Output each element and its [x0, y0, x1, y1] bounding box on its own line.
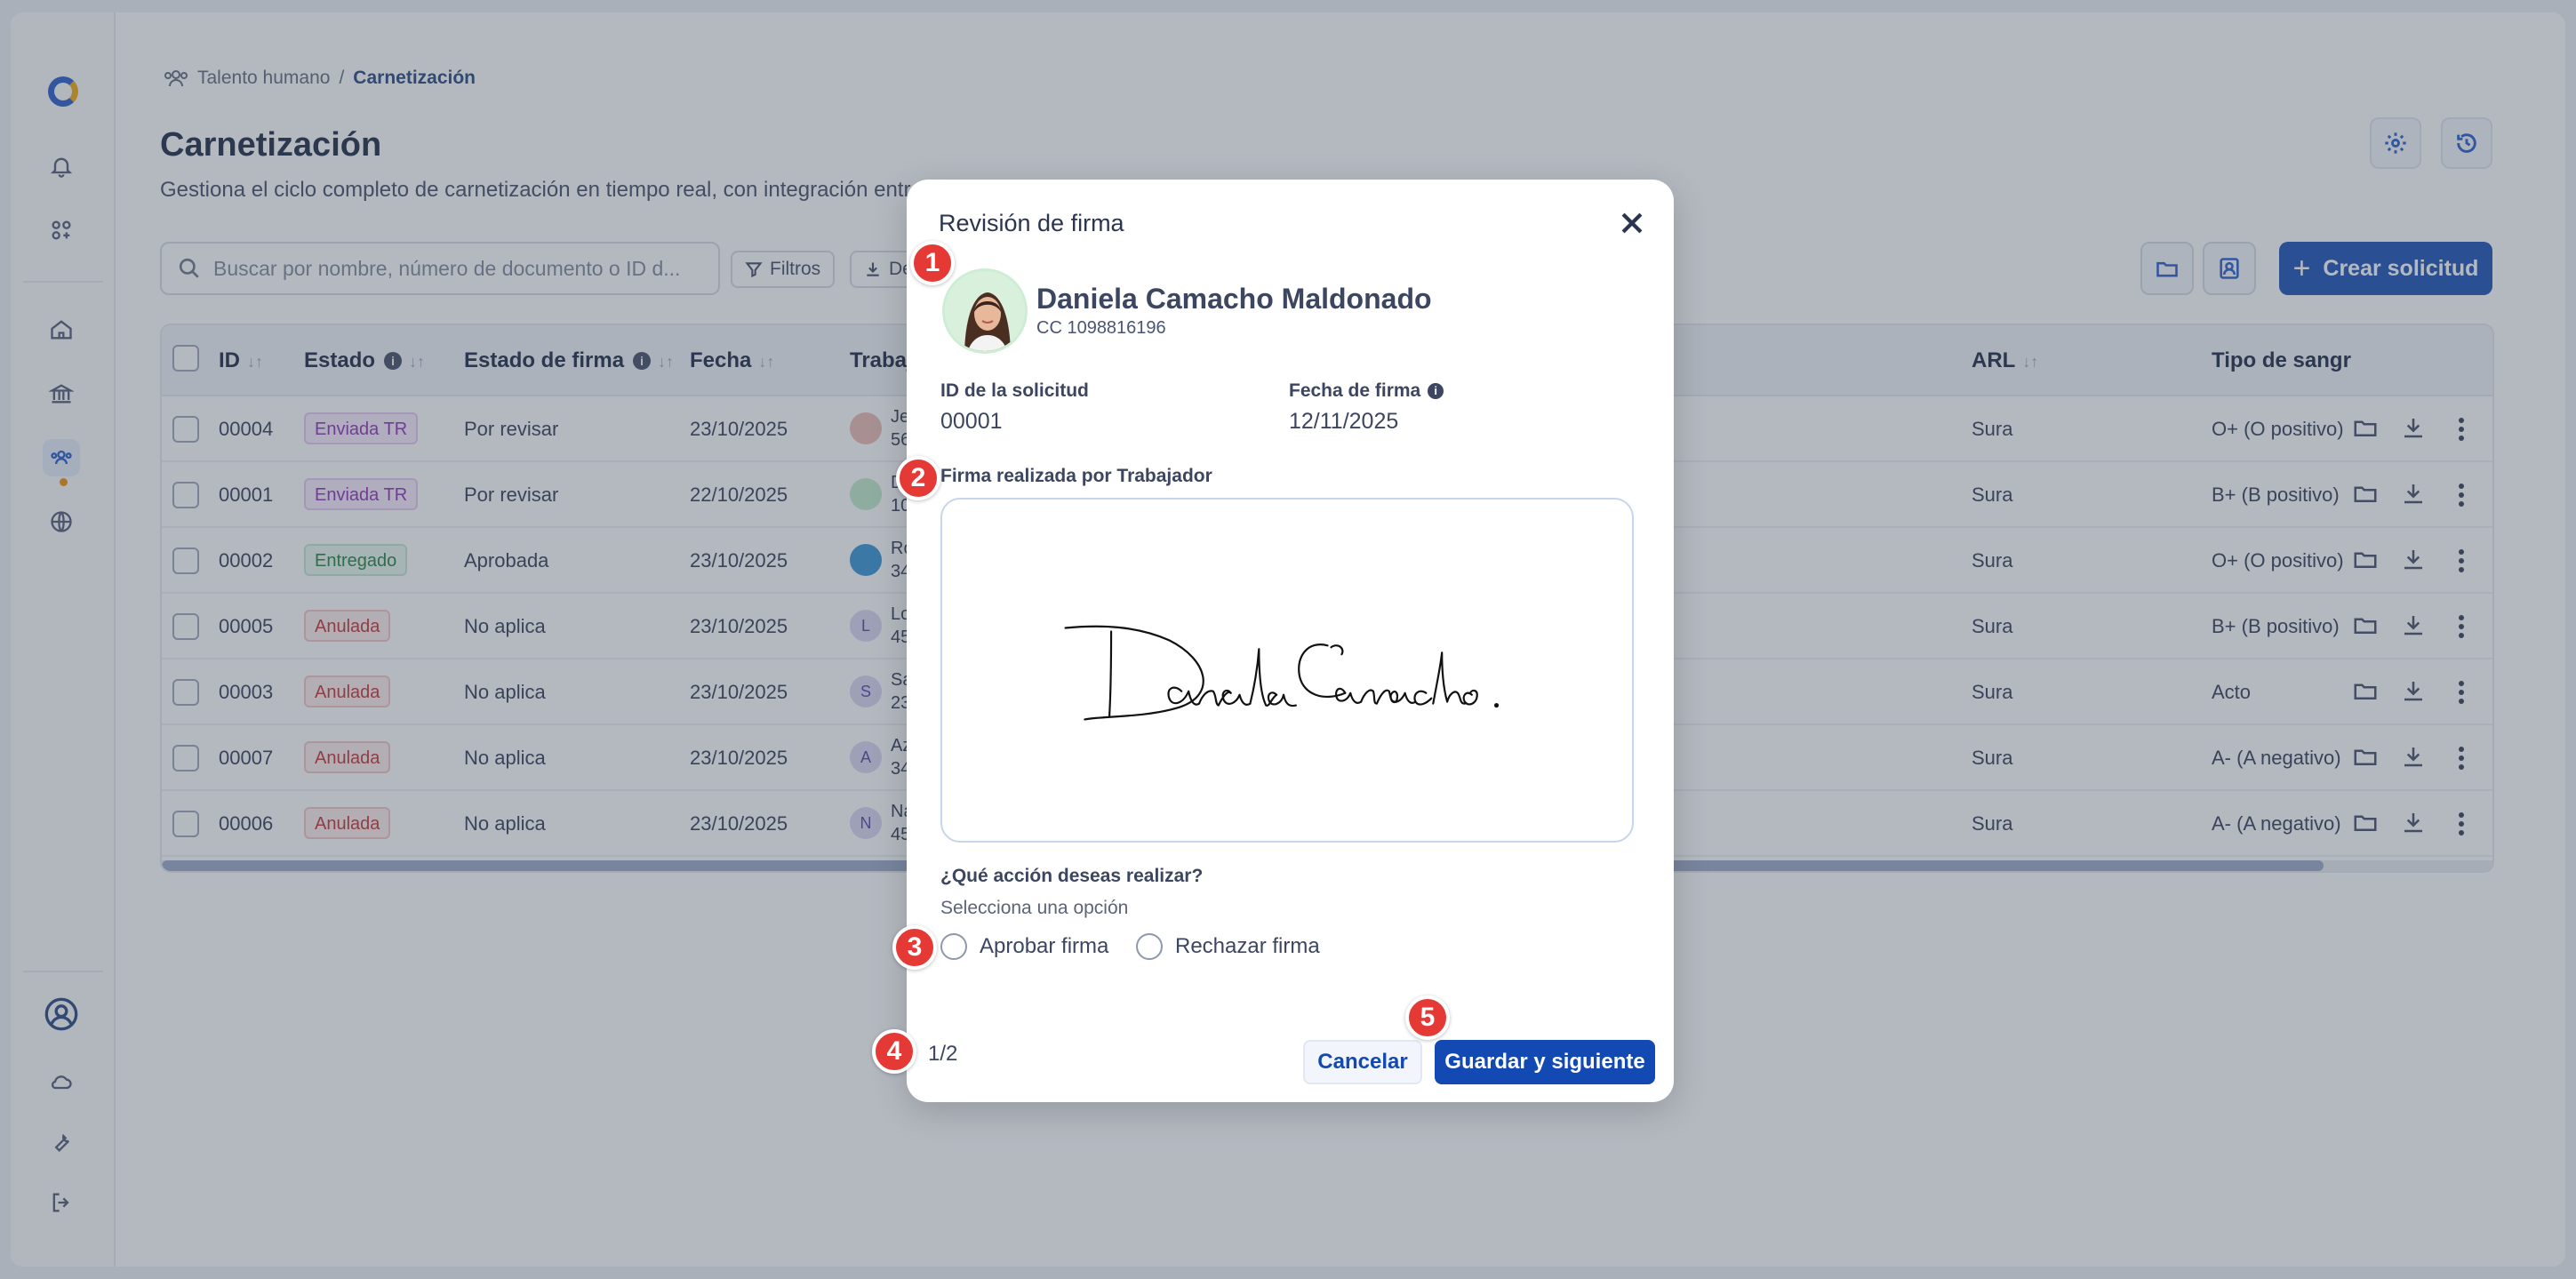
request-id-value: 00001	[940, 409, 1003, 434]
pager-indicator: 1/2	[928, 1042, 958, 1066]
action-hint: Selecciona una opción	[940, 898, 1129, 918]
close-icon	[1621, 212, 1643, 234]
sign-date-label: Fecha de firma i	[1289, 380, 1444, 402]
worker-photo	[942, 268, 1028, 354]
step-marker-4: 4	[872, 1029, 916, 1074]
radio-circle[interactable]	[940, 933, 967, 960]
reject-radio[interactable]: Rechazar firma	[1136, 933, 1320, 960]
approve-radio[interactable]: Aprobar firma	[940, 933, 1108, 960]
step-marker-3: 3	[892, 925, 937, 970]
approve-label[interactable]: Aprobar firma	[980, 934, 1108, 959]
signature-box	[940, 498, 1634, 843]
request-id-label: ID de la solicitud	[940, 380, 1089, 401]
handwritten-signature	[1064, 625, 1500, 721]
step-marker-2: 2	[896, 456, 940, 500]
signature-label: Firma realizada por Trabajador	[940, 466, 1212, 486]
step-marker-1: 1	[910, 241, 955, 285]
action-question: ¿Qué acción deseas realizar?	[940, 866, 1204, 886]
sign-date-value: 12/11/2025	[1289, 409, 1399, 434]
close-button[interactable]	[1617, 208, 1649, 240]
reject-label[interactable]: Rechazar firma	[1175, 934, 1320, 959]
signature-review-modal: Revisión de firma Daniela Camacho Maldon…	[907, 180, 1674, 1102]
info-icon[interactable]: i	[1428, 383, 1444, 399]
worker-name: Daniela Camacho Maldonado	[1036, 283, 1432, 315]
save-next-button[interactable]: Guardar y siguiente	[1435, 1040, 1655, 1084]
cancel-button[interactable]: Cancelar	[1303, 1040, 1422, 1084]
modal-title: Revisión de firma	[939, 210, 1124, 236]
step-marker-5: 5	[1405, 995, 1450, 1040]
worker-document: CC 1098816196	[1036, 318, 1166, 338]
radio-circle[interactable]	[1136, 933, 1163, 960]
